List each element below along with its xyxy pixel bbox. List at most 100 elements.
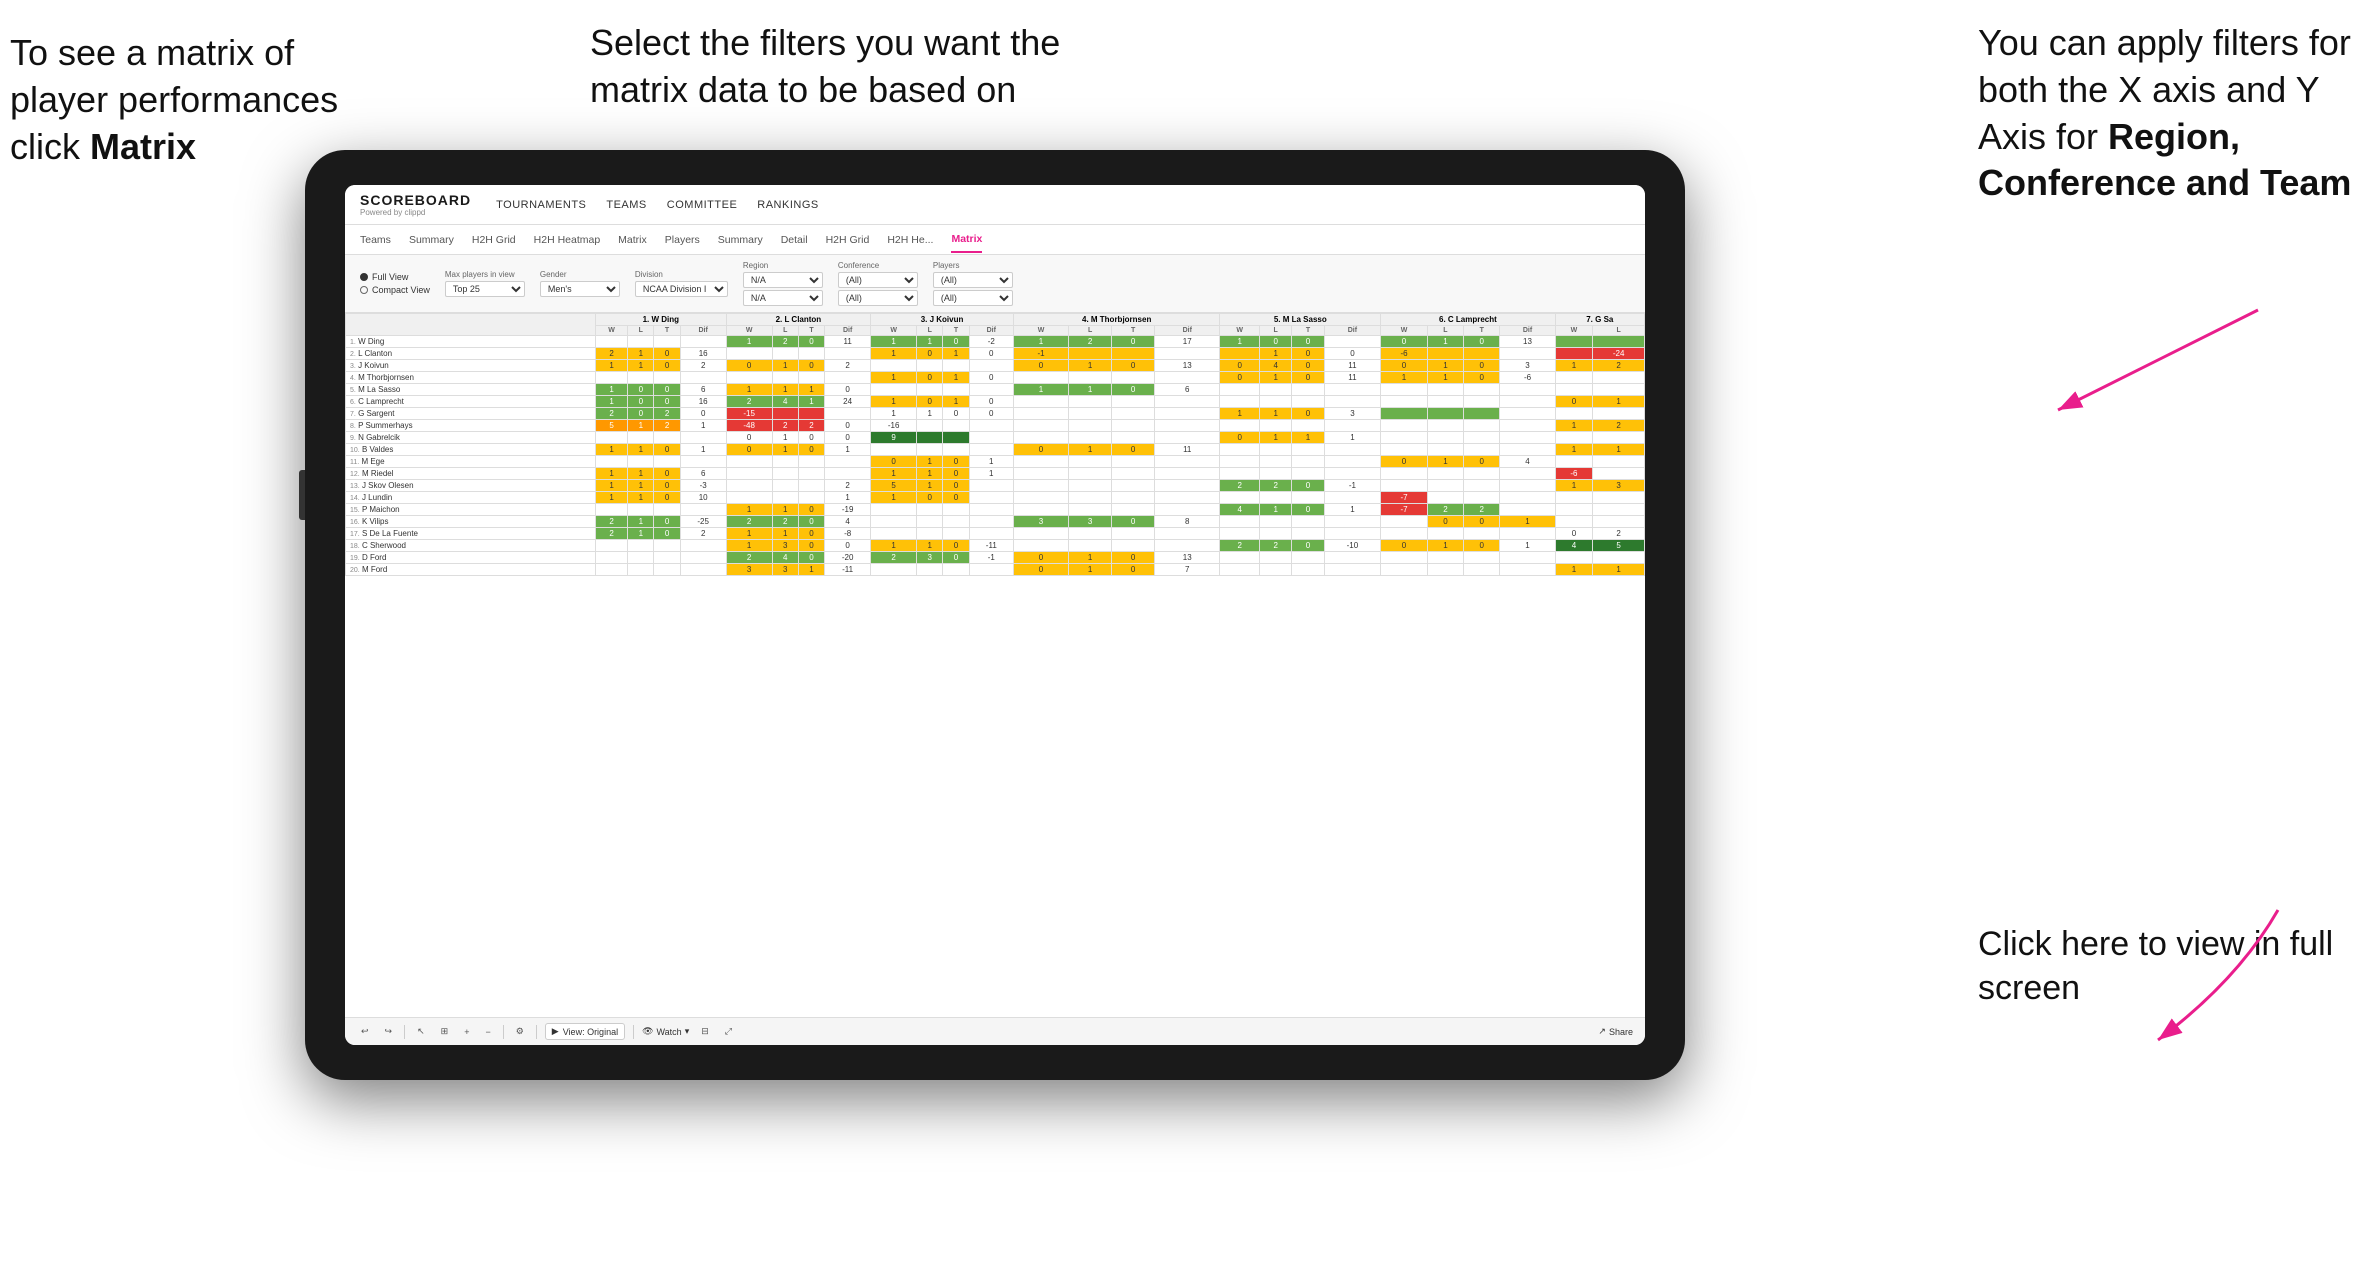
- view-full-option[interactable]: Full View: [360, 272, 430, 282]
- matrix-cell: [969, 420, 1013, 432]
- matrix-cell: 0: [943, 492, 969, 504]
- matrix-cell: [1464, 396, 1500, 408]
- view-original-button[interactable]: ▶ View: Original: [545, 1023, 625, 1040]
- subnav-h2h-heatmap[interactable]: H2H Heatmap: [534, 228, 601, 252]
- matrix-cell: [772, 348, 798, 360]
- subnav-matrix[interactable]: Matrix: [618, 228, 647, 252]
- view-compact-option[interactable]: Compact View: [360, 285, 430, 295]
- filter-division: Division NCAA Division I: [635, 270, 728, 297]
- subnav-matrix-active[interactable]: Matrix: [951, 227, 982, 253]
- matrix-cell: [871, 360, 917, 372]
- zoom-fit-button[interactable]: ⊞: [437, 1024, 453, 1039]
- cursor-button[interactable]: ↖: [413, 1024, 429, 1039]
- matrix-cell: 1: [1292, 432, 1324, 444]
- conference-select2[interactable]: (All): [838, 290, 918, 306]
- matrix-cell: 1: [1260, 504, 1292, 516]
- matrix-cell: 2: [1464, 504, 1500, 516]
- share-button[interactable]: ↗ Share: [1598, 1026, 1633, 1037]
- matrix-cell: 0: [1292, 360, 1324, 372]
- settings-button[interactable]: ⚙: [512, 1024, 528, 1039]
- matrix-cell: [1593, 516, 1645, 528]
- players-select1[interactable]: (All): [933, 272, 1013, 288]
- matrix-cell: 1: [628, 528, 654, 540]
- layout-button[interactable]: ⊟: [697, 1024, 713, 1039]
- subnav-h2h-grid[interactable]: H2H Grid: [472, 228, 516, 252]
- matrix-cell: [1464, 492, 1500, 504]
- matrix-cell: [595, 456, 627, 468]
- matrix-cell: [1220, 396, 1260, 408]
- players-select2[interactable]: (All): [933, 290, 1013, 306]
- conference-label: Conference: [838, 261, 918, 270]
- matrix-cell: 1: [772, 360, 798, 372]
- matrix-cell: 10: [680, 492, 726, 504]
- watch-button[interactable]: 👁 Watch ▾: [642, 1026, 689, 1037]
- matrix-cell: 16: [680, 348, 726, 360]
- matrix-cell: [871, 516, 917, 528]
- subnav-summary2[interactable]: Summary: [718, 228, 763, 252]
- matrix-cell: [1112, 396, 1155, 408]
- subnav-players[interactable]: Players: [665, 228, 700, 252]
- matrix-cell: 1: [1555, 420, 1593, 432]
- matrix-cell: 1: [1069, 384, 1112, 396]
- matrix-cell: 2: [595, 348, 627, 360]
- matrix-cell: 0: [871, 456, 917, 468]
- nav-committee[interactable]: COMMITTEE: [667, 199, 738, 211]
- gender-select[interactable]: Men's: [540, 281, 620, 297]
- nav-teams[interactable]: TEAMS: [606, 199, 646, 211]
- matrix-cell: [1260, 444, 1292, 456]
- subnav-h2h-grid2[interactable]: H2H Grid: [826, 228, 870, 252]
- matrix-cell: 0: [1381, 360, 1428, 372]
- matrix-cell: [1155, 504, 1220, 516]
- subnav-summary[interactable]: Summary: [409, 228, 454, 252]
- zoom-out-button[interactable]: −: [481, 1025, 494, 1039]
- matrix-cell: [1464, 528, 1500, 540]
- matrix-cell: [628, 564, 654, 576]
- tablet-device: SCOREBOARD Powered by clippd TOURNAMENTS…: [305, 150, 1685, 1080]
- nav-rankings[interactable]: RANKINGS: [757, 199, 818, 211]
- matrix-cell: [680, 540, 726, 552]
- subnav-teams[interactable]: Teams: [360, 228, 391, 252]
- matrix-cell: [1260, 456, 1292, 468]
- matrix-cell: [1220, 552, 1260, 564]
- sub-d1: Dif: [680, 326, 726, 336]
- redo-button[interactable]: ↪: [381, 1024, 397, 1039]
- region-select1[interactable]: N/A: [743, 272, 823, 288]
- matrix-cell: [1013, 420, 1068, 432]
- matrix-cell: 0: [1427, 516, 1463, 528]
- matrix-cell: [1260, 468, 1292, 480]
- nav-tournaments[interactable]: TOURNAMENTS: [496, 199, 586, 211]
- conference-select1[interactable]: (All): [838, 272, 918, 288]
- matrix-cell: 13: [1155, 552, 1220, 564]
- region-select2[interactable]: N/A: [743, 290, 823, 306]
- fullscreen-button[interactable]: ⤢: [721, 1024, 736, 1039]
- matrix-cell: [943, 528, 969, 540]
- matrix-cell: 1: [1260, 372, 1292, 384]
- matrix-cell: 0: [1292, 504, 1324, 516]
- matrix-cell: 1: [1500, 540, 1555, 552]
- max-players-select[interactable]: Top 25: [445, 281, 525, 297]
- matrix-cell: 1: [969, 456, 1013, 468]
- matrix-cell: 2: [1260, 540, 1292, 552]
- matrix-cell: [1464, 420, 1500, 432]
- matrix-cell: [943, 360, 969, 372]
- zoom-in-button[interactable]: +: [460, 1025, 473, 1039]
- subnav-detail[interactable]: Detail: [781, 228, 808, 252]
- col-header-w-ding: 1. W Ding: [595, 314, 726, 326]
- division-select[interactable]: NCAA Division I: [635, 281, 728, 297]
- matrix-cell: 1: [917, 480, 943, 492]
- matrix-cell: [1500, 420, 1555, 432]
- matrix-cell: [595, 432, 627, 444]
- matrix-cell: [1464, 564, 1500, 576]
- matrix-cell: 4: [1500, 456, 1555, 468]
- undo-button[interactable]: ↩: [357, 1024, 373, 1039]
- matrix-cell: [1013, 432, 1068, 444]
- matrix-cell: 2: [1220, 480, 1260, 492]
- matrix-cell: 3: [917, 552, 943, 564]
- player-name-cell: 16. K Vilips: [346, 516, 596, 528]
- matrix-cell: [1220, 456, 1260, 468]
- matrix-cell: [1464, 480, 1500, 492]
- matrix-cell: [1292, 420, 1324, 432]
- player-name-cell: 2. L Clanton: [346, 348, 596, 360]
- matrix-cell: [654, 564, 680, 576]
- subnav-h2h-he[interactable]: H2H He...: [887, 228, 933, 252]
